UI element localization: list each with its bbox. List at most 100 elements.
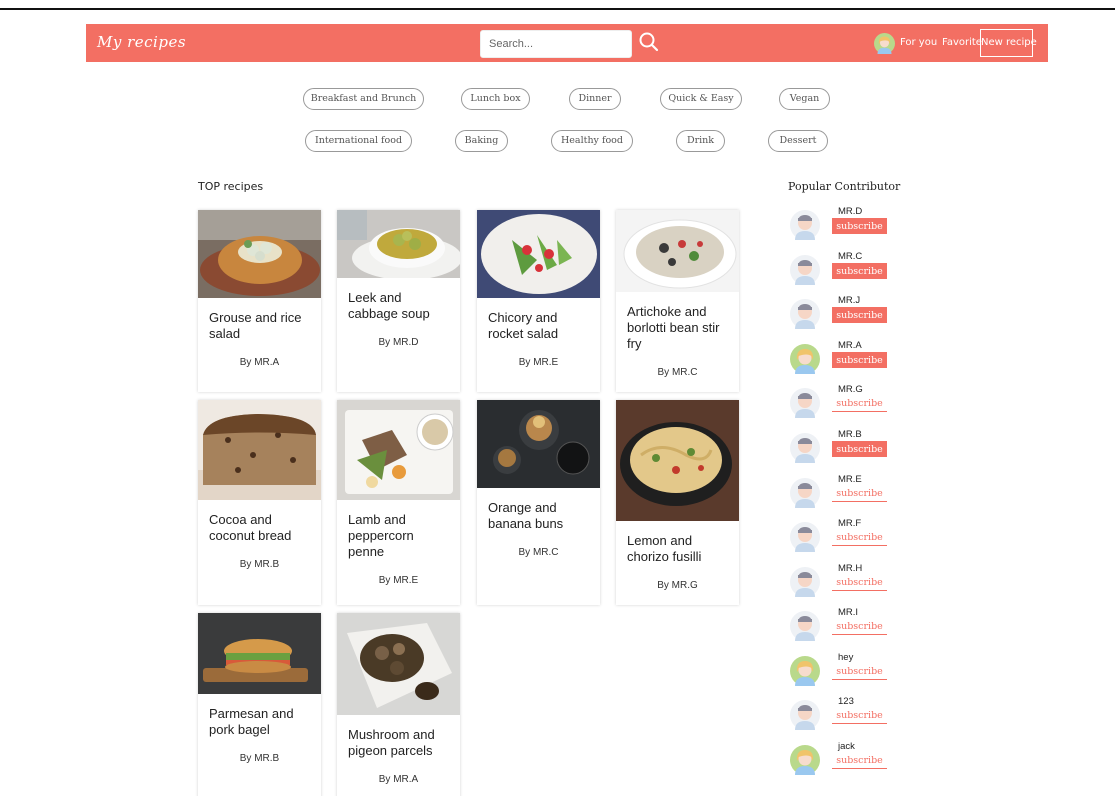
category-pill[interactable]: Drink bbox=[676, 130, 725, 152]
subscribe-button[interactable]: subscribe bbox=[832, 307, 887, 323]
recipe-card[interactable]: Lamb and peppercorn penne By MR.E bbox=[337, 400, 460, 605]
contributor-name[interactable]: MR.D bbox=[832, 206, 888, 217]
contributor-item: MR.C subscribe bbox=[790, 251, 890, 285]
recipe-author: By MR.B bbox=[239, 753, 280, 764]
avatar-icon[interactable] bbox=[790, 433, 820, 463]
contributor-name[interactable]: MR.G bbox=[832, 384, 888, 395]
category-pill[interactable]: Healthy food bbox=[551, 130, 633, 152]
contributor-item: MR.B subscribe bbox=[790, 429, 890, 463]
avatar-icon[interactable] bbox=[790, 656, 820, 686]
category-pill[interactable]: Lunch box bbox=[461, 88, 530, 110]
search-input[interactable] bbox=[480, 30, 632, 58]
avatar-icon[interactable] bbox=[790, 745, 820, 775]
recipe-photo bbox=[337, 400, 460, 500]
contributor-item: 123 subscribe bbox=[790, 696, 890, 730]
contributor-item: MR.H subscribe bbox=[790, 563, 890, 597]
contributor-name[interactable]: MR.C bbox=[832, 251, 888, 262]
top-divider bbox=[0, 8, 1115, 10]
subscribe-button[interactable]: subscribe bbox=[832, 441, 887, 457]
contributor-item: MR.J subscribe bbox=[790, 295, 890, 329]
navbar: My recipes For you Favorite New recipe bbox=[86, 24, 1048, 62]
recipe-author: By MR.A bbox=[378, 774, 419, 785]
category-pill[interactable]: Vegan bbox=[779, 88, 830, 110]
recipe-title: Mushroom and pigeon parcels bbox=[348, 727, 435, 758]
recipe-photo bbox=[477, 400, 600, 488]
contributor-item: MR.F subscribe bbox=[790, 518, 890, 552]
user-avatar-icon[interactable] bbox=[874, 33, 895, 54]
recipe-card[interactable]: Leek and cabbage soup By MR.D bbox=[337, 210, 460, 392]
recipe-card[interactable]: Lemon and chorizo fusilli By MR.G bbox=[616, 400, 739, 605]
recipe-card[interactable]: Cocoa and coconut bread By MR.B bbox=[198, 400, 321, 605]
contributor-name[interactable]: jack bbox=[832, 741, 888, 752]
recipe-card[interactable]: Grouse and rice salad By MR.A bbox=[198, 210, 321, 392]
recipe-author: By MR.G bbox=[657, 580, 698, 591]
recipe-title: Orange and banana buns bbox=[488, 500, 564, 531]
category-pill[interactable]: Baking bbox=[455, 130, 508, 152]
contributor-name[interactable]: 123 bbox=[832, 696, 888, 707]
recipe-card[interactable]: Orange and banana buns By MR.C bbox=[477, 400, 600, 605]
avatar-icon[interactable] bbox=[790, 611, 820, 641]
avatar-icon[interactable] bbox=[790, 700, 820, 730]
subscribe-button[interactable]: subscribe bbox=[832, 396, 887, 412]
nav-for-you[interactable]: For you bbox=[900, 37, 937, 48]
contributor-name[interactable]: MR.J bbox=[832, 295, 888, 306]
subscribe-button[interactable]: subscribe bbox=[832, 530, 887, 546]
avatar-icon[interactable] bbox=[790, 299, 820, 329]
brand-logo[interactable]: My recipes bbox=[97, 33, 186, 51]
category-pill[interactable]: Dinner bbox=[569, 88, 621, 110]
category-pill[interactable]: Quick & Easy bbox=[660, 88, 742, 110]
recipe-card[interactable]: Parmesan and pork bagel By MR.B bbox=[198, 613, 321, 796]
avatar-icon[interactable] bbox=[790, 388, 820, 418]
contributor-name[interactable]: MR.F bbox=[832, 518, 888, 529]
subscribe-button[interactable]: subscribe bbox=[832, 664, 887, 680]
subscribe-button[interactable]: subscribe bbox=[832, 708, 887, 724]
contributor-item: MR.D subscribe bbox=[790, 206, 890, 240]
contributor-item: MR.A subscribe bbox=[790, 340, 890, 374]
recipe-title: Leek and cabbage soup bbox=[348, 290, 430, 321]
recipe-title: Lamb and peppercorn penne bbox=[348, 512, 414, 559]
popular-contributor-heading: Popular Contributor bbox=[788, 180, 901, 193]
subscribe-button[interactable]: subscribe bbox=[832, 263, 887, 279]
contributor-name[interactable]: MR.E bbox=[832, 474, 888, 485]
subscribe-button[interactable]: subscribe bbox=[832, 352, 887, 368]
recipe-title: Chicory and rocket salad bbox=[488, 310, 559, 341]
recipe-card[interactable]: Mushroom and pigeon parcels By MR.A bbox=[337, 613, 460, 796]
category-pill[interactable]: Breakfast and Brunch bbox=[303, 88, 424, 110]
avatar-icon[interactable] bbox=[790, 478, 820, 508]
contributor-name[interactable]: MR.A bbox=[832, 340, 888, 351]
recipe-photo bbox=[616, 210, 739, 292]
recipe-photo bbox=[198, 613, 321, 694]
subscribe-button[interactable]: subscribe bbox=[832, 575, 887, 591]
category-pill[interactable]: Dessert bbox=[768, 130, 828, 152]
avatar-icon[interactable] bbox=[790, 567, 820, 597]
avatar-icon[interactable] bbox=[790, 255, 820, 285]
nav-favorite[interactable]: Favorite bbox=[942, 37, 982, 48]
recipe-title: Artichoke and borlotti bean stir fry bbox=[627, 304, 720, 351]
subscribe-button[interactable]: subscribe bbox=[832, 218, 887, 234]
subscribe-button[interactable]: subscribe bbox=[832, 486, 887, 502]
recipe-card[interactable]: Artichoke and borlotti bean stir fry By … bbox=[616, 210, 739, 392]
contributor-item: hey subscribe bbox=[790, 652, 890, 686]
subscribe-button[interactable]: subscribe bbox=[832, 619, 887, 635]
contributor-name[interactable]: MR.B bbox=[832, 429, 888, 440]
avatar-icon[interactable] bbox=[790, 522, 820, 552]
recipe-title: Parmesan and pork bagel bbox=[209, 706, 294, 737]
new-recipe-button[interactable]: New recipe bbox=[980, 29, 1037, 57]
search-icon[interactable] bbox=[638, 31, 660, 53]
avatar-icon[interactable] bbox=[790, 210, 820, 240]
subscribe-button[interactable]: subscribe bbox=[832, 753, 887, 769]
recipe-photo bbox=[198, 210, 321, 298]
contributor-item: MR.I subscribe bbox=[790, 607, 890, 641]
recipe-photo bbox=[198, 400, 321, 500]
contributor-name[interactable]: MR.I bbox=[832, 607, 888, 618]
recipe-title: Grouse and rice salad bbox=[209, 310, 302, 341]
recipe-photo bbox=[337, 210, 460, 278]
contributor-name[interactable]: hey bbox=[832, 652, 888, 663]
recipe-card[interactable]: Chicory and rocket salad By MR.E bbox=[477, 210, 600, 392]
contributor-name[interactable]: MR.H bbox=[832, 563, 888, 574]
recipe-author: By MR.E bbox=[518, 357, 559, 368]
category-pill[interactable]: International food bbox=[305, 130, 412, 152]
recipe-author: By MR.D bbox=[378, 337, 419, 348]
avatar-icon[interactable] bbox=[790, 344, 820, 374]
contributor-item: MR.G subscribe bbox=[790, 384, 890, 418]
